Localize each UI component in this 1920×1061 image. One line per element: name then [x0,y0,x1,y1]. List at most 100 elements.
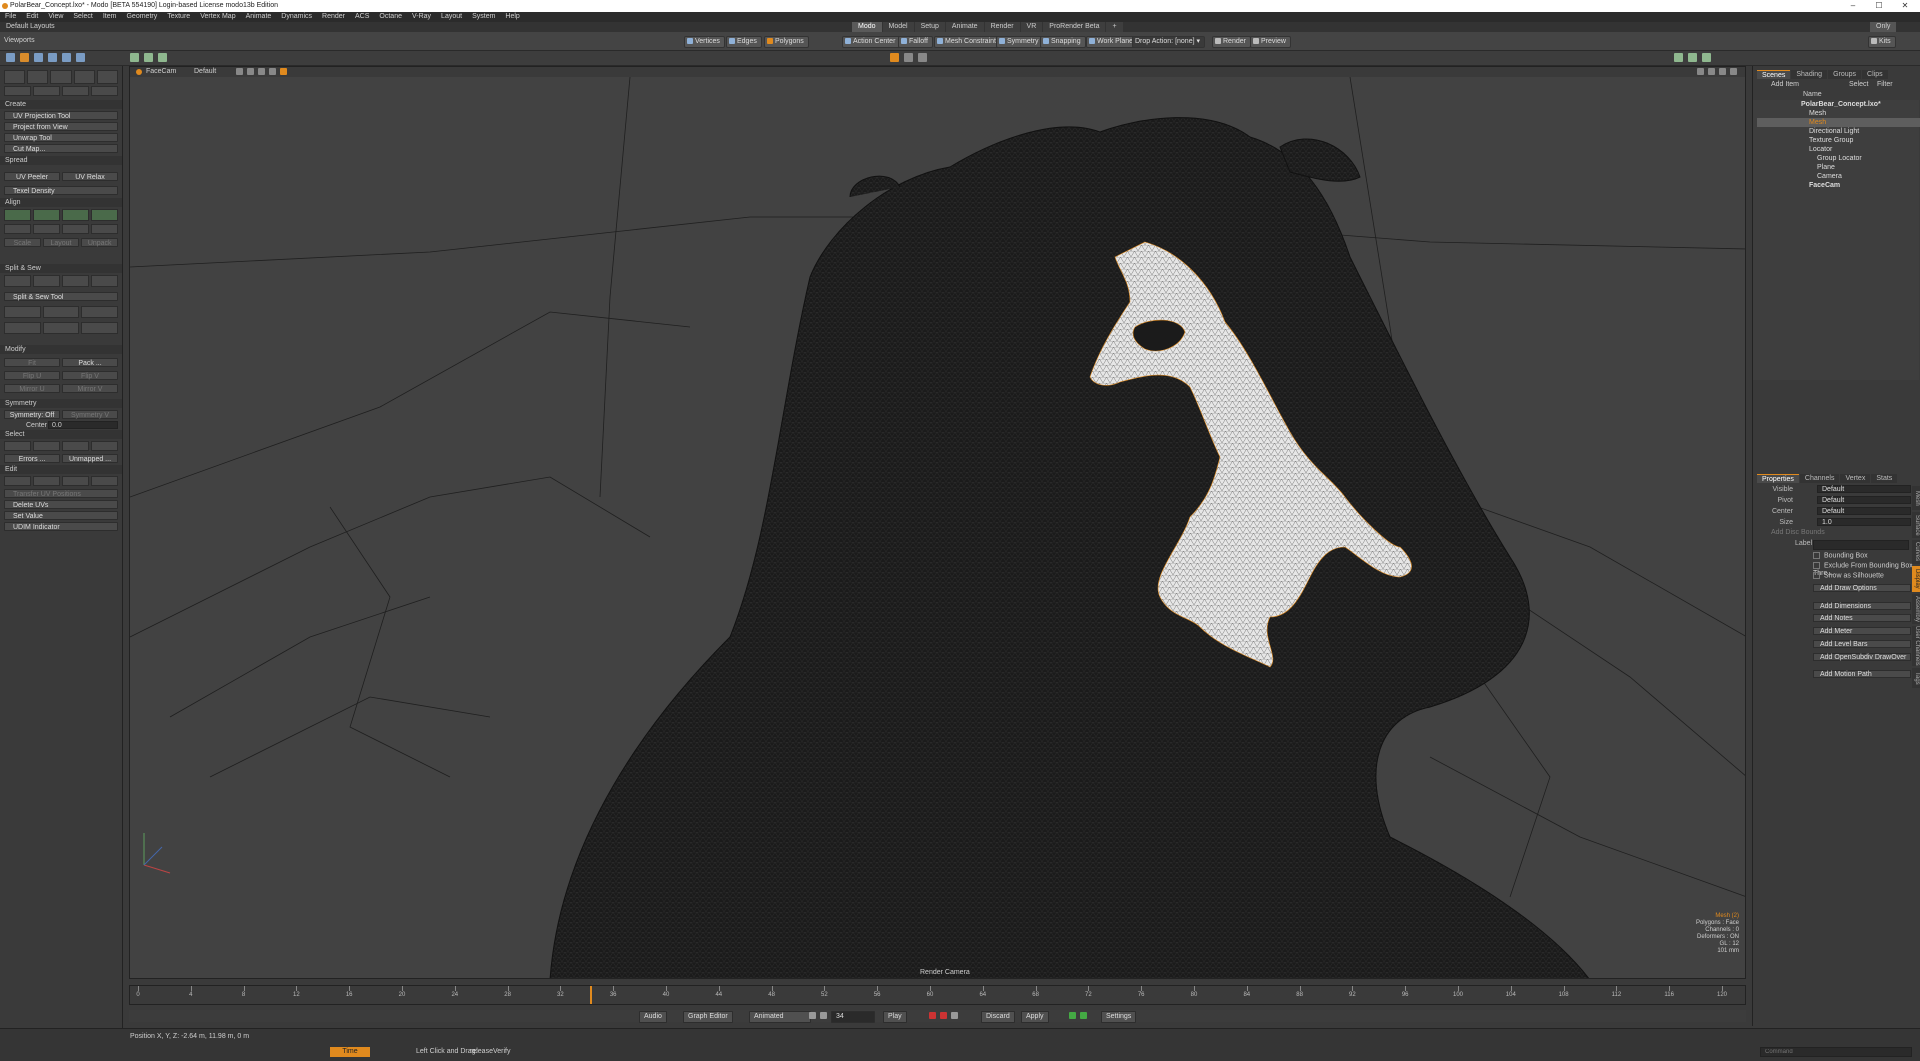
texture-icon[interactable] [280,68,287,75]
uv-relax-button[interactable]: UV Relax [62,172,118,181]
side-tab-display[interactable]: Display [1912,566,1920,592]
layout-selector[interactable]: Default Layouts [6,22,55,32]
pan-icon[interactable] [1697,68,1704,75]
auto-key-icon[interactable] [940,1012,947,1019]
discard-button[interactable]: Discard [981,1011,1015,1023]
timeline[interactable]: 0 4 8 12 16 20 24 28 32 36 40 44 48 52 56 60 64 68 72 76 80 8… [129,985,1746,1005]
falloff-button[interactable]: Falloff [898,36,933,48]
spread-header[interactable]: Spread [0,156,122,165]
audio-button[interactable]: Audio [639,1011,667,1023]
menu-animate[interactable]: Animate [241,12,277,22]
side-tab-assembly[interactable]: Assembly [1912,594,1920,624]
edit-header[interactable]: Edit [0,465,122,474]
3d-viewport[interactable]: FaceCam Default Render Camera Mesh (2) P… [129,66,1746,979]
side-tab-mesh[interactable]: Mesh [1912,486,1920,510]
add-tab-button[interactable]: + [1106,22,1123,32]
viewport-layout-icon[interactable] [130,53,139,62]
menu-texture[interactable]: Texture [162,12,195,22]
select-tool-icon[interactable] [6,53,15,62]
work-plane-button[interactable]: Work Plane [1086,36,1139,48]
set-value-button[interactable]: Set Value [4,511,118,520]
action-center-button[interactable]: Action Center [842,36,901,48]
menu-view[interactable]: View [43,12,68,22]
side-tab-curves[interactable]: Curves [1912,540,1920,564]
only-toggle[interactable]: Only [1870,22,1897,32]
tab-modo[interactable]: Modo [852,22,882,32]
time-button[interactable]: Time [330,1047,370,1057]
record-key-icon[interactable] [929,1012,936,1019]
tab-model[interactable]: Model [882,22,914,32]
tab-properties[interactable]: Properties [1757,474,1799,483]
name-column-header[interactable]: Name [1803,91,1822,98]
zoom-icon[interactable] [1708,68,1715,75]
wireframe-icon[interactable] [236,68,243,75]
add-dimensions-button[interactable]: Add Dimensions [1813,602,1911,610]
label-field[interactable] [1813,540,1909,550]
project-from-view-button[interactable]: Project from View [4,122,118,131]
delete-uvs-button[interactable]: Delete UVs [4,500,118,509]
animated-select[interactable]: Animated [749,1011,811,1023]
viewport-menu-icon[interactable] [136,69,142,75]
snapping-button[interactable]: Snapping [1040,36,1086,48]
edges-mode-button[interactable]: Edges [726,36,762,48]
uv-tool-icon[interactable] [20,53,29,62]
create-header[interactable]: Create [0,100,122,109]
tab-stats[interactable]: Stats [1871,474,1898,483]
orbit-icon[interactable] [1719,68,1726,75]
tab-channels[interactable]: Channels [1799,474,1840,483]
mirror-u-button[interactable]: Mirror U [4,384,60,393]
tree-item[interactable]: FaceCam [1757,181,1920,190]
viewports-label[interactable]: Viewports [4,36,35,46]
scale-tool-icon[interactable] [62,53,71,62]
grid-icon[interactable] [258,68,265,75]
menu-layout[interactable]: Layout [436,12,467,22]
symmetry-v-button[interactable]: Symmetry V [62,410,118,419]
mesh-constraint-button[interactable]: Mesh Constraint [934,36,1001,48]
mirror-v-button[interactable]: Mirror V [62,384,118,393]
tab-shading[interactable]: Shading [1791,70,1828,79]
silhouette-checkbox[interactable]: Show as Silhouette [1813,572,1884,580]
uv-tool-icons-row-1[interactable] [4,70,119,84]
panel-close-icon[interactable] [1702,53,1711,62]
side-tab-user-channels[interactable]: User Channels [1912,626,1920,666]
kits-button[interactable]: Kits [1868,36,1896,48]
drop-action-select[interactable]: Drop Action: [none] ▾ [1132,36,1206,48]
tree-item[interactable]: Directional Light [1757,127,1920,136]
tree-item[interactable]: PolarBear_Concept.lxo* [1757,100,1920,109]
symmetry-header[interactable]: Symmetry [0,399,122,408]
uv-peeler-button[interactable]: UV Peeler [4,172,60,181]
preview-button[interactable]: Preview [1250,36,1291,48]
fit-button[interactable]: Fit [4,358,60,367]
exclude-bbox-checkbox[interactable]: Exclude From Bounding Box Thre... [1813,562,1920,577]
panel-layout-icon[interactable] [1674,53,1683,62]
vertices-mode-button[interactable]: Vertices [684,36,725,48]
key-options-icon[interactable] [951,1012,958,1019]
select-header[interactable]: Select [0,430,122,439]
pack-button[interactable]: Pack ... [62,358,118,367]
timeline-playhead[interactable] [590,986,592,1004]
sim-play-icon[interactable] [1069,1012,1076,1019]
menu-edit[interactable]: Edit [21,12,43,22]
play-button[interactable]: Play [883,1011,907,1023]
lights-icon[interactable] [269,68,276,75]
tree-item[interactable]: Locator [1757,145,1920,154]
split-icons-row-2[interactable] [4,306,119,318]
material-select-icon[interactable] [918,53,927,62]
tree-item[interactable]: Group Locator [1757,154,1920,163]
menu-vray[interactable]: V-Ray [407,12,436,22]
errors-button[interactable]: Errors ... [4,454,60,463]
tab-scenes[interactable]: Scenes [1757,70,1791,79]
menu-geometry[interactable]: Geometry [121,12,162,22]
viewport-maximize-icon[interactable] [158,53,167,62]
menu-system[interactable]: System [467,12,500,22]
minimize-button[interactable]: – [1842,0,1864,12]
add-draw-options-button[interactable]: Add Draw Options [1813,584,1911,592]
split-icons-row-3[interactable] [4,322,119,334]
symmetry-button[interactable]: Symmetry [996,36,1044,48]
shaded-icon[interactable] [247,68,254,75]
maximize-button[interactable]: ☐ [1868,0,1890,12]
side-tab-tags[interactable]: Tags [1912,668,1920,688]
tree-item-selected[interactable]: Mesh [1757,118,1920,127]
first-frame-icon[interactable] [809,1012,816,1019]
settings-button[interactable]: Settings [1101,1011,1137,1023]
